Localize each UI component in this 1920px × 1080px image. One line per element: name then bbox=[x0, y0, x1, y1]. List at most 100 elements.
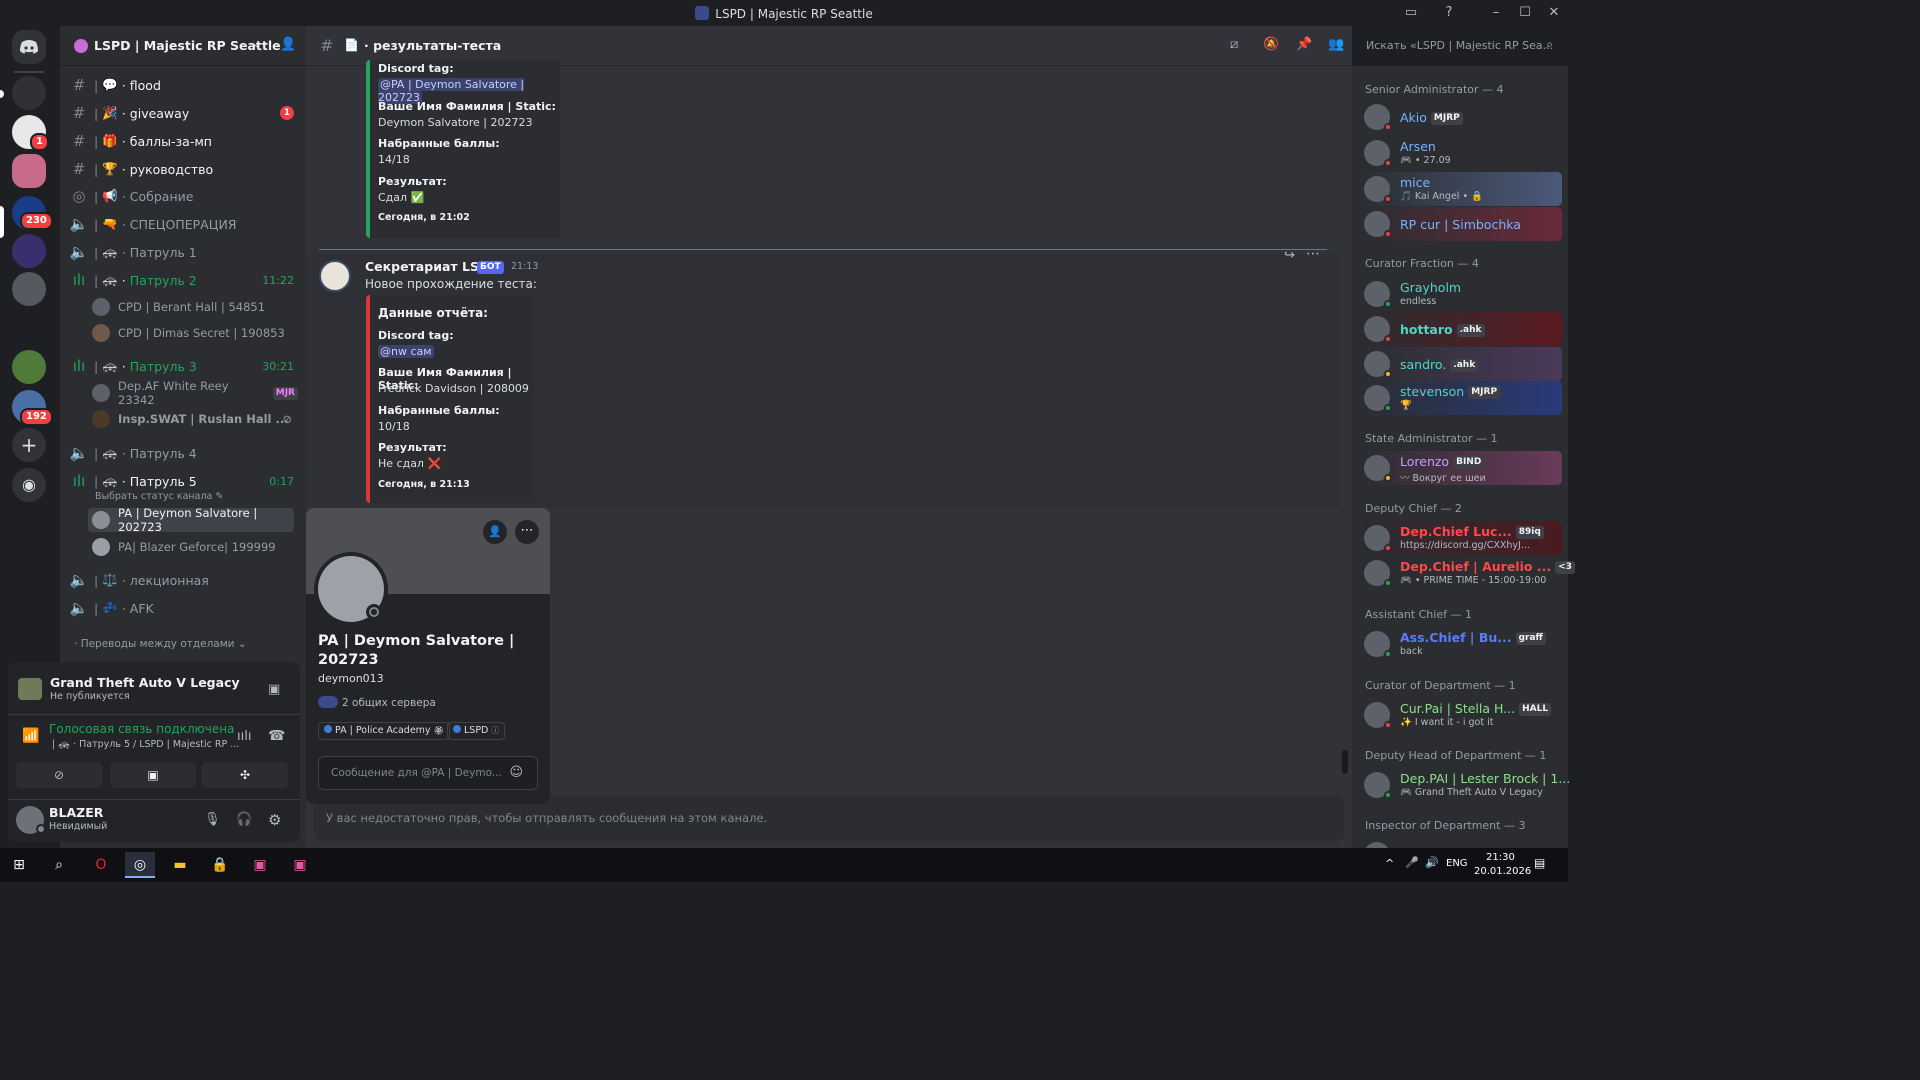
invite-icon[interactable]: 👤 bbox=[280, 37, 296, 52]
file-explorer-icon[interactable]: ▬ bbox=[165, 852, 195, 878]
add-friend-icon[interactable]: 👤 bbox=[483, 520, 507, 544]
minimize-icon[interactable]: – bbox=[1488, 5, 1504, 21]
server-icon-events[interactable] bbox=[12, 154, 46, 188]
stream-icon[interactable]: ▣ bbox=[268, 682, 280, 697]
forward-icon[interactable]: ↪ bbox=[1284, 248, 1295, 263]
mention-badge: 230 bbox=[20, 212, 53, 230]
embed-footer: Сегодня, в 21:02 bbox=[378, 212, 470, 223]
settings-gear-icon[interactable]: ⚙ bbox=[268, 811, 281, 829]
screenshare-button[interactable]: ▣ bbox=[110, 762, 196, 788]
clock-date[interactable]: 20.01.2026 bbox=[1474, 866, 1531, 877]
member-row[interactable]: Dep.Chief Luc... 89iq https://discord.gg/C… bbox=[1360, 521, 1562, 555]
channel-text-3[interactable]: # | 🏆 · руководство bbox=[68, 156, 300, 182]
search-box[interactable]: Искать «LSPD | Majestic RP Sea... ⌕ bbox=[1360, 34, 1558, 58]
discord-taskbar-icon[interactable]: ◎ bbox=[125, 852, 155, 878]
channel-voice-5[interactable]: 🔈 | 🔫 · СПЕЦОПЕРАЦИЯ bbox=[68, 211, 300, 237]
mic-tray-icon[interactable]: 🎤 bbox=[1405, 856, 1419, 869]
help-icon[interactable]: ? bbox=[1441, 5, 1457, 21]
member-row[interactable]: Akio MJRP bbox=[1360, 100, 1562, 134]
app-icon-yellow[interactable]: 🔒 bbox=[205, 852, 235, 878]
role-chip[interactable]: LSPD ⓘ bbox=[447, 722, 506, 740]
bot-avatar[interactable] bbox=[319, 260, 351, 292]
member-row[interactable]: stevenson MJRP 🏆 bbox=[1360, 381, 1562, 415]
channel-stage-4[interactable]: ◎ | 📢 · Собрание bbox=[68, 183, 300, 209]
app-icon-pink-2[interactable]: ▣ bbox=[285, 852, 315, 878]
hash-icon: # bbox=[72, 160, 86, 178]
windows-start-icon[interactable]: ⊞ bbox=[4, 852, 34, 878]
server-icon-purple[interactable] bbox=[12, 234, 46, 268]
member-row[interactable]: sandro. .ahk bbox=[1360, 347, 1562, 381]
discord-home-icon[interactable] bbox=[12, 30, 46, 64]
voice-channel-afk[interactable]: 🔈 | 💤 · AFK bbox=[68, 595, 300, 621]
member-row[interactable]: hottaro .ahk bbox=[1360, 312, 1562, 346]
maximize-icon[interactable]: ☐ bbox=[1517, 5, 1533, 21]
voice-user[interactable]: CPD | Dimas Secret | 190853 bbox=[92, 321, 298, 345]
threads-icon[interactable]: ⧄ bbox=[1230, 37, 1238, 52]
separator-dot: · bbox=[121, 105, 126, 121]
voice-user[interactable]: CPD | Berant Hall | 54851 bbox=[92, 295, 298, 319]
language-indicator[interactable]: ENG bbox=[1446, 858, 1468, 869]
voice-channel-lecture[interactable]: 🔈 | ⚖️ · лекционная bbox=[68, 567, 300, 593]
set-channel-status[interactable]: Выбрать статус канала ✎ bbox=[95, 491, 223, 502]
tray-chevron-icon[interactable]: ^ bbox=[1385, 857, 1394, 870]
member-row[interactable]: Lorenzo BIND 〰 Вокруг ее шеи bbox=[1360, 451, 1562, 485]
member-row[interactable]: Dep.PAI | Lester Brock | 1... 🎮 Grand The… bbox=[1360, 768, 1570, 802]
dm-message-input[interactable]: Сообщение для @PA | Deymo... ☺ bbox=[318, 756, 538, 790]
channel-text-1[interactable]: # | 🎉 · giveaway 1 bbox=[68, 100, 300, 126]
clock-time[interactable]: 21:30 bbox=[1486, 852, 1515, 863]
add-server-icon[interactable]: + bbox=[12, 428, 46, 462]
voice-channel-patrol-2[interactable]: ılı | 🚓 · Патруль 2 11:22 bbox=[68, 267, 300, 293]
channel-voice-6[interactable]: 🔈 | 🚓 · Патруль 1 bbox=[68, 239, 300, 265]
user-name[interactable]: BLAZER bbox=[49, 805, 103, 820]
camera-off-button[interactable]: ⊘ bbox=[16, 762, 102, 788]
member-row[interactable]: Arsen 🎮 • 27.09 bbox=[1360, 136, 1562, 170]
voice-user[interactable]: Dep.AF White Reey 23342 MJR bbox=[92, 379, 298, 407]
server-icon-wolf[interactable] bbox=[12, 310, 46, 344]
voice-channel-patrol-4[interactable]: 🔈 | 🚓 · Патруль 4 bbox=[68, 440, 300, 466]
server-icon-skull[interactable] bbox=[12, 76, 46, 110]
member-row[interactable]: Grayholm endless bbox=[1360, 277, 1562, 311]
discover-icon[interactable]: ◉ bbox=[12, 468, 46, 502]
headphones-icon[interactable]: 🎧 bbox=[236, 812, 252, 827]
pin-icon[interactable]: 📌 bbox=[1296, 37, 1312, 52]
server-header[interactable]: LSPD | Majestic RP Seattle ⌄ 👤 bbox=[60, 26, 306, 66]
voice-user[interactable]: Insp.SWAT | Ruslan Hall ... ⊘ bbox=[92, 407, 298, 431]
member-row[interactable]: mice 🎵 Kai Angel • 🔒 bbox=[1360, 172, 1562, 206]
channel-text-2[interactable]: # | 🎁 · баллы-за-мп bbox=[68, 128, 300, 154]
voice-channel-path[interactable]: | 🚓 · Патруль 5 / LSPD | Majestic RP ... bbox=[52, 739, 239, 750]
server-icon-grey[interactable] bbox=[12, 272, 46, 306]
server-icon-green[interactable] bbox=[12, 350, 46, 384]
member-row[interactable]: RP cur | Simbochka bbox=[1360, 207, 1562, 241]
channel-text-0[interactable]: # | 💬 · flood bbox=[68, 72, 300, 98]
voice-connected[interactable]: Голосовая связь подключена bbox=[49, 722, 234, 736]
member-row[interactable]: Cur.Pai | Stella H... HALL ✨ I want it - i… bbox=[1360, 698, 1562, 732]
hash-icon: # bbox=[72, 76, 86, 94]
more-options-icon[interactable]: ⋯ bbox=[515, 520, 539, 544]
emoji-icon[interactable]: ☺ bbox=[509, 765, 523, 780]
user-mention[interactable]: @nw сам bbox=[378, 345, 434, 358]
member-list-icon[interactable]: 👥 bbox=[1328, 37, 1344, 52]
member-row[interactable]: Ass.Chief | Bu... graff back bbox=[1360, 627, 1562, 661]
opera-icon[interactable]: O bbox=[86, 852, 116, 878]
embed-field-value: Сдал ✅ bbox=[378, 191, 425, 204]
notifications-muted-icon[interactable]: 🔕 bbox=[1263, 37, 1279, 52]
scrollbar-thumb[interactable] bbox=[1342, 750, 1348, 774]
role-chip[interactable]: PA | Police Academy 🏵 bbox=[318, 722, 450, 740]
category-header[interactable]: · Переводы между отделами ⌄ bbox=[74, 638, 247, 650]
search-icon[interactable]: ⌕ bbox=[44, 852, 74, 878]
notifications-icon[interactable]: ▤ bbox=[1534, 856, 1545, 870]
noise-suppression-icon[interactable]: ıılı bbox=[237, 729, 251, 744]
voice-channel-patrol-3[interactable]: ılı | 🚓 · Патруль 3 30:21 bbox=[68, 353, 300, 379]
member-row[interactable]: Dep.Chief | Aurelio ... <3 🎮 • PRIME TIME … bbox=[1360, 556, 1575, 590]
voice-user[interactable]: PA| Blazer Geforce| 199999 bbox=[92, 535, 298, 559]
volume-icon[interactable]: 🔊 bbox=[1425, 856, 1439, 869]
inbox-icon[interactable]: ▭ bbox=[1403, 5, 1419, 21]
app-icon-pink[interactable]: ▣ bbox=[245, 852, 275, 878]
close-icon[interactable]: ✕ bbox=[1546, 5, 1562, 21]
activities-button[interactable]: ✣ bbox=[202, 762, 288, 788]
microphone-icon[interactable]: 🎙 bbox=[204, 812, 221, 827]
mutual-servers[interactable]: 2 общих сервера bbox=[318, 696, 436, 709]
more-options-icon[interactable]: ⋯ bbox=[1306, 246, 1320, 262]
voice-user[interactable]: PA | Deymon Salvatore | 202723 bbox=[88, 506, 294, 534]
disconnect-icon[interactable]: ☎ bbox=[268, 728, 285, 744]
